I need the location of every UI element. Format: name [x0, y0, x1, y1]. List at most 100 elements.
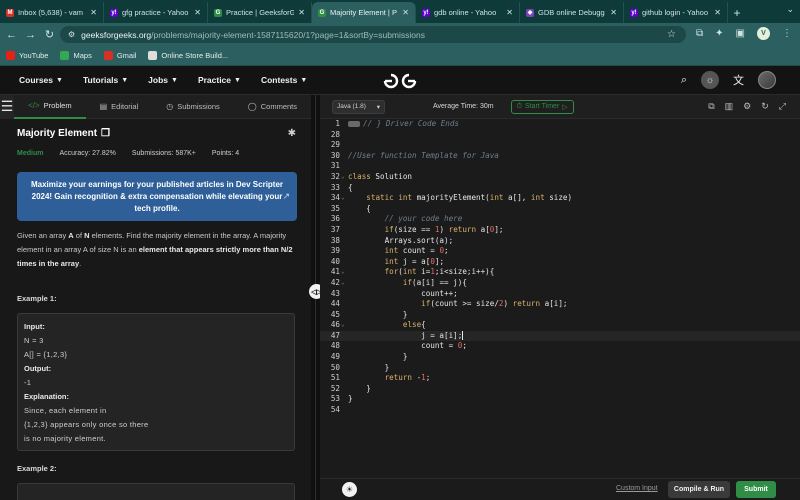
tab-search-icon[interactable]: ⌄ — [786, 4, 794, 15]
bookmark-star-icon[interactable]: ☆ — [667, 29, 676, 40]
browser-tab[interactable]: y! gdb online - Yahoo ✕ — [416, 2, 520, 23]
promo-banner[interactable]: Maximize your earnings for your publishe… — [17, 172, 297, 221]
extensions-icon[interactable]: ⧉ — [696, 28, 703, 39]
code-area[interactable]: 1 // } Driver Code Ends 28 29 30 //User funct… — [320, 119, 800, 473]
submit-button[interactable]: Submit — [736, 481, 776, 498]
code-line[interactable]: 29 — [320, 140, 800, 151]
reset-icon[interactable]: ↻ — [761, 101, 769, 112]
tab-editorial[interactable]: ▤ Editorial — [86, 95, 153, 119]
code-line[interactable]: 1 // } Driver Code Ends — [320, 119, 800, 130]
profile-avatar[interactable]: V — [757, 27, 770, 40]
new-tab-icon[interactable]: + — [728, 2, 746, 23]
code-line[interactable]: 54 — [320, 405, 800, 416]
code-line[interactable]: 32 class Solution ⌄ — [320, 172, 800, 183]
fold-chevron-icon[interactable]: ⌄ — [341, 172, 345, 183]
side-panel-icon[interactable]: ▣ — [736, 28, 745, 39]
code-line[interactable]: 30 //User function Template for Java — [320, 151, 800, 162]
code-line[interactable]: 33 { — [320, 183, 800, 194]
code-line[interactable]: 47 j = a[i]; — [320, 330, 800, 342]
browser-tab[interactable]: y! gfg practice - Yahoo ✕ — [104, 2, 208, 23]
reload-icon[interactable]: ↻ — [42, 28, 57, 41]
browser-tab[interactable]: G Majority Element | P ✕ — [312, 2, 416, 23]
fold-chevron-icon[interactable]: ⌄ — [341, 193, 345, 204]
forward-icon[interactable]: → — [23, 29, 38, 41]
back-icon[interactable]: ← — [4, 29, 19, 41]
settings-icon[interactable]: ⚙ — [743, 101, 751, 112]
hint-bulb-icon[interactable]: ☀ — [342, 482, 357, 497]
code-line[interactable]: 34 static int majorityElement(int a[], i… — [320, 193, 800, 204]
code-line[interactable]: 43 count++; — [320, 289, 800, 300]
gfg-logo[interactable] — [382, 71, 418, 91]
folded-code-icon[interactable] — [348, 121, 360, 127]
code-line[interactable]: 52 } — [320, 384, 800, 395]
code-line[interactable]: 42 if(a[i] == j){⌄ — [320, 278, 800, 289]
nav-item-contests[interactable]: Contests ▼ — [261, 75, 307, 85]
theme-toggle-icon[interactable]: ☼ — [701, 71, 719, 89]
fold-chevron-icon[interactable]: ⌄ — [341, 267, 345, 278]
fold-chevron-icon[interactable]: ⌄ — [341, 320, 345, 331]
code-line[interactable]: 46 else{⌄ — [320, 320, 800, 331]
code-line[interactable]: 50 } — [320, 363, 800, 374]
start-timer-button[interactable]: ⏱ Start Timer ▷ — [510, 99, 574, 114]
format-icon[interactable]: ▥ — [725, 101, 734, 112]
nav-item-tutorials[interactable]: Tutorials ▼ — [83, 75, 128, 85]
code-line[interactable]: 38 Arrays.sort(a); — [320, 236, 800, 247]
fold-chevron-icon[interactable]: ⌄ — [341, 278, 345, 289]
external-link-icon[interactable]: ↗ — [282, 190, 290, 202]
site-info-icon[interactable]: ⚙ — [68, 30, 75, 39]
code-line[interactable]: 41 for(int i=1;i<size;i++){⌄ — [320, 267, 800, 278]
close-tab-icon[interactable]: ✕ — [610, 8, 617, 17]
code-line[interactable]: 51 return -1; — [320, 373, 800, 384]
code-line[interactable]: 49 } — [320, 352, 800, 363]
browser-tab[interactable]: ◆ GDB online Debugg ✕ — [520, 2, 624, 23]
user-avatar[interactable] — [758, 71, 776, 89]
code-line[interactable]: 37 if(size == 1) return a[0]; — [320, 225, 800, 236]
custom-input-link[interactable]: Custom Input — [616, 485, 658, 492]
address-bar[interactable]: ⚙ geeksforgeeks.org/problems/majority-el… — [60, 26, 686, 43]
extensions-puzzle-icon[interactable]: ✦ — [715, 28, 723, 39]
close-tab-icon[interactable]: ✕ — [714, 8, 721, 17]
problem-tabs: ☰ </> Problem ▤ Editorial ◷ Submissions ◯ Comme… — [0, 95, 311, 119]
bookmark-item[interactable]: YouTube — [6, 51, 48, 60]
code-line[interactable]: 28 — [320, 130, 800, 141]
code-line[interactable]: 31 — [320, 161, 800, 172]
search-icon[interactable]: ⌕ — [681, 74, 687, 87]
close-tab-icon[interactable]: ✕ — [506, 8, 513, 17]
copy-icon[interactable]: ⧉ — [708, 101, 714, 112]
hamburger-menu-icon[interactable]: ☰ — [0, 95, 15, 119]
close-tab-icon[interactable]: ✕ — [90, 8, 97, 17]
translate-icon[interactable]: 文 — [733, 72, 744, 88]
tab-submissions[interactable]: ◷ Submissions — [152, 95, 234, 119]
code-line[interactable]: 36 // your code here — [320, 214, 800, 225]
close-tab-icon[interactable]: ✕ — [298, 8, 305, 17]
nav-item-courses[interactable]: Courses ▼ — [19, 75, 63, 85]
fullscreen-icon[interactable]: ⤢ — [779, 101, 786, 112]
browser-tab-title: Majority Element | P — [330, 8, 397, 17]
chevron-down-icon: ▼ — [171, 76, 178, 84]
code-line[interactable]: 48 count = 0; — [320, 341, 800, 352]
browser-tab[interactable]: G Practice | GeeksforG ✕ — [208, 2, 312, 23]
bookmark-icon[interactable]: ❐ — [101, 128, 110, 139]
nav-item-jobs[interactable]: Jobs ▼ — [148, 75, 178, 85]
bookmark-item[interactable]: Online Store Build... — [148, 51, 228, 60]
tab-problem[interactable]: </> Problem — [14, 95, 86, 119]
code-line[interactable]: 35 { — [320, 204, 800, 215]
browser-tab[interactable]: y! github login - Yahoo ✕ — [624, 2, 728, 23]
gmail-icon: M — [6, 8, 14, 17]
browser-tab[interactable]: M Inbox (5,638) - vam ✕ — [0, 2, 104, 23]
close-tab-icon[interactable]: ✕ — [402, 8, 409, 17]
bookmark-item[interactable]: Gmail — [103, 51, 136, 60]
code-line[interactable]: 53} — [320, 394, 800, 405]
tab-comments[interactable]: ◯ Comments — [234, 95, 311, 119]
close-tab-icon[interactable]: ✕ — [194, 8, 201, 17]
browser-menu-icon[interactable]: ⋮ — [782, 28, 792, 39]
bookmark-item[interactable]: Maps — [60, 51, 92, 60]
report-bug-icon[interactable]: ✱ — [288, 128, 296, 139]
code-line[interactable]: 44 if(count >= size/2) return a[i]; — [320, 299, 800, 310]
language-select[interactable]: Java (1.8) ▾ — [332, 99, 385, 114]
code-line[interactable]: 45 } — [320, 310, 800, 321]
nav-item-practice[interactable]: Practice ▼ — [198, 75, 241, 85]
compile-run-button[interactable]: Compile & Run — [668, 481, 730, 498]
code-line[interactable]: 39 int count = 0; — [320, 246, 800, 257]
code-line[interactable]: 40 int j = a[0]; — [320, 257, 800, 268]
